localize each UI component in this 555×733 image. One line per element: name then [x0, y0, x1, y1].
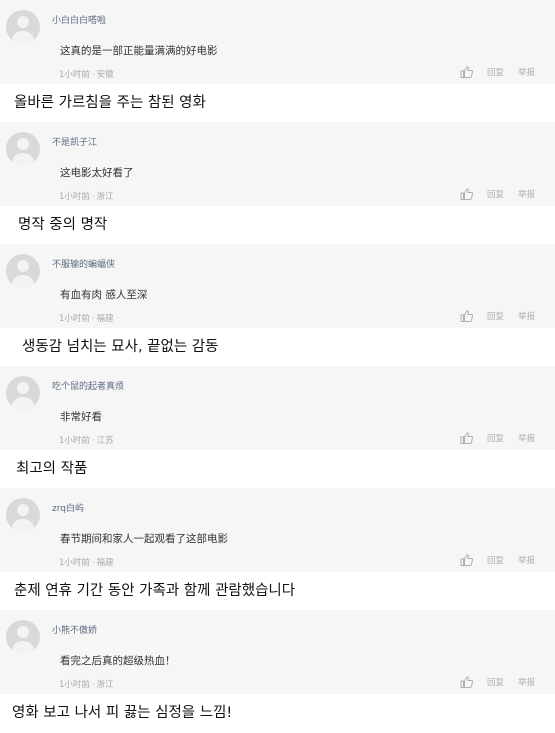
- comment-card: 吃个鼠的起者真烦 非常好看 1小时前 · 江苏 回复 举报: [0, 366, 555, 452]
- location: 福建: [96, 314, 114, 324]
- username[interactable]: 吃个鼠的起者真烦: [52, 379, 124, 392]
- avatar[interactable]: [6, 10, 40, 44]
- comment-meta: 1小时前 · 江苏: [59, 436, 114, 446]
- report-button[interactable]: 举报: [518, 554, 535, 566]
- avatar[interactable]: [6, 498, 40, 532]
- location: 江苏: [96, 436, 114, 446]
- caption-text: 명작 중의 명작: [0, 206, 555, 245]
- username[interactable]: 不服输的蝙蝠侠: [52, 257, 115, 270]
- timestamp: 1小时前: [59, 558, 90, 568]
- thumbs-up-icon[interactable]: [460, 310, 473, 322]
- reply-button[interactable]: 回复: [487, 554, 504, 566]
- thumbs-up-icon[interactable]: [460, 676, 473, 688]
- timestamp: 1小时前: [59, 314, 90, 324]
- comment-card: 不服输的蝙蝠侠 有血有肉 感人至深 1小时前 · 福建 回复 举报: [0, 244, 555, 330]
- comment-actions: 回复 举报: [460, 66, 535, 78]
- comment-card: zrq白屿 春节期间和家人一起观看了这部电影 1小时前 · 福建 回复 举报: [0, 488, 555, 574]
- comment-text: 非常好看: [60, 411, 102, 423]
- avatar[interactable]: [6, 376, 40, 410]
- reply-button[interactable]: 回复: [487, 310, 504, 322]
- reply-button[interactable]: 回复: [487, 188, 504, 200]
- comment-text: 看完之后真的超级热血！: [60, 655, 176, 667]
- username[interactable]: 不是凯子江: [52, 135, 97, 148]
- location: 安徽: [96, 70, 114, 80]
- comment-card: 小白白白嗒啦 这真的是一部正能量满满的好电影 1小时前 · 安徽 回复 举报: [0, 0, 555, 86]
- avatar[interactable]: [6, 132, 40, 166]
- comment-card: 不是凯子江 这电影太好看了 1小时前 · 浙江 回复 举报: [0, 122, 555, 208]
- report-button[interactable]: 举报: [518, 310, 535, 322]
- timestamp: 1小时前: [59, 680, 90, 690]
- comment-actions: 回复 举报: [460, 554, 535, 566]
- reply-button[interactable]: 回复: [487, 66, 504, 78]
- reply-button[interactable]: 回复: [487, 676, 504, 688]
- comment-meta: 1小时前 · 浙江: [59, 192, 114, 202]
- thumbs-up-icon[interactable]: [460, 188, 473, 200]
- comment-meta: 1小时前 · 安徽: [59, 70, 114, 80]
- report-button[interactable]: 举报: [518, 188, 535, 200]
- location: 浙江: [96, 192, 114, 202]
- location: 浙江: [96, 680, 114, 690]
- comment-actions: 回复 举报: [460, 188, 535, 200]
- timestamp: 1小时前: [59, 70, 90, 80]
- comment-meta: 1小时前 · 福建: [59, 558, 114, 568]
- comment-meta: 1小时前 · 福建: [59, 314, 114, 324]
- avatar[interactable]: [6, 620, 40, 654]
- username[interactable]: 小熊不傲娇: [52, 623, 97, 636]
- username[interactable]: 小白白白嗒啦: [52, 13, 106, 26]
- report-button[interactable]: 举报: [518, 676, 535, 688]
- comment-text: 有血有肉 感人至深: [60, 289, 148, 301]
- timestamp: 1小时前: [59, 192, 90, 202]
- username[interactable]: zrq白屿: [52, 501, 84, 514]
- comment-meta: 1小时前 · 浙江: [59, 680, 114, 690]
- caption-text: 생동감 넘치는 묘사, 끝없는 감동: [0, 328, 555, 367]
- comment-card: 小熊不傲娇 看完之后真的超级热血！ 1小时前 · 浙江 回复 举报: [0, 610, 555, 696]
- comment-actions: 回复 举报: [460, 432, 535, 444]
- comment-feed: 小白白白嗒啦 这真的是一部正能量满满的好电影 1小时前 · 安徽 回复 举报 올바른…: [0, 0, 555, 733]
- caption-text: 춘제 연휴 기간 동안 가족과 함께 관람했습니다: [0, 572, 555, 611]
- comment-text: 这电影太好看了: [60, 167, 134, 179]
- timestamp: 1小时前: [59, 436, 90, 446]
- caption-text: 최고의 작품: [0, 450, 555, 489]
- thumbs-up-icon[interactable]: [460, 554, 473, 566]
- report-button[interactable]: 举报: [518, 66, 535, 78]
- caption-text: 영화 보고 나서 피 끓는 심정을 느낌!: [0, 694, 555, 733]
- comment-actions: 回复 举报: [460, 676, 535, 688]
- reply-button[interactable]: 回复: [487, 432, 504, 444]
- report-button[interactable]: 举报: [518, 432, 535, 444]
- comment-text: 春节期间和家人一起观看了这部电影: [60, 533, 228, 545]
- thumbs-up-icon[interactable]: [460, 66, 473, 78]
- comment-actions: 回复 举报: [460, 310, 535, 322]
- thumbs-up-icon[interactable]: [460, 432, 473, 444]
- caption-text: 올바른 가르침을 주는 참된 영화: [0, 84, 555, 123]
- avatar[interactable]: [6, 254, 40, 288]
- location: 福建: [96, 558, 114, 568]
- comment-text: 这真的是一部正能量满满的好电影: [60, 45, 218, 57]
